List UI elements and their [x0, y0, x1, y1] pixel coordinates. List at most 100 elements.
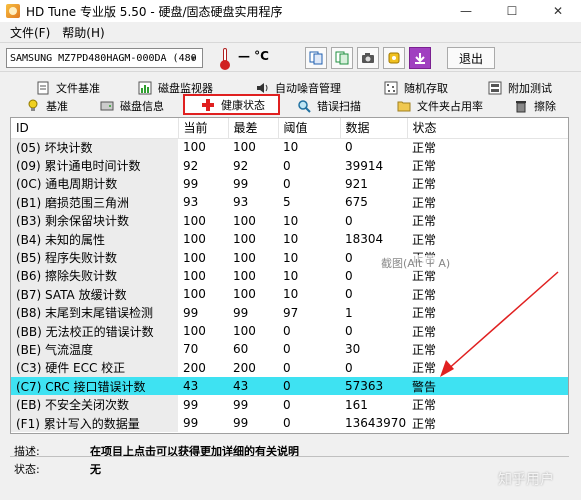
column-header-threshold[interactable]: 阈值 [278, 118, 341, 139]
status-row: 状态: 无 [10, 460, 101, 478]
cell-worst: 100 [233, 324, 256, 339]
column-header-data[interactable]: 数据 [340, 118, 408, 139]
cell-id: (BE) 气流温度 [11, 340, 178, 359]
cell-threshold: 0 [283, 324, 291, 339]
table-row[interactable]: (F1) 累计写入的数据量 99 99 0 13643970... 正常 [11, 413, 568, 433]
cell-threshold: 0 [283, 397, 291, 412]
column-header-id[interactable]: ID [11, 118, 179, 139]
column-header-worst[interactable]: 最差 [228, 118, 279, 139]
table-row[interactable]: (B4) 未知的属性 100 100 10 18304 正常 [11, 229, 568, 249]
cell-current: 99 [183, 397, 199, 412]
health-cross-icon [202, 98, 214, 111]
table-row[interactable]: (B8) 末尾到末尾错误检测 99 99 97 1 正常 [11, 303, 568, 322]
cell-worst: 100 [233, 232, 256, 247]
cell-data: 161 [345, 397, 368, 412]
cell-id: (C7) CRC 接口错误计数 [11, 377, 178, 396]
cell-threshold: 10 [283, 268, 299, 283]
cell-data: 1 [345, 305, 353, 320]
tab-random-access[interactable]: 随机存取 [384, 79, 448, 97]
cell-status: 正常 [412, 140, 437, 155]
tab-error-scan[interactable]: 错误扫描 [297, 97, 361, 115]
exit-button[interactable]: 退出 [447, 47, 495, 69]
cell-worst: 99 [233, 416, 249, 431]
tab-folder-usage[interactable]: 文件夹占用率 [397, 97, 483, 115]
table-header-row: ID 当前 最差 阈值 数据 状态 [11, 118, 568, 139]
table-row[interactable]: (09) 累计通电时间计数 92 92 0 39914 正常 [11, 156, 568, 175]
cell-current: 100 [183, 324, 206, 339]
cell-id: (F1) 累计写入的数据量 [11, 413, 178, 433]
close-button[interactable]: ✕ [535, 0, 581, 22]
tab-label: 随机存取 [404, 82, 448, 95]
cell-data: 30 [345, 342, 361, 357]
toolbar: SAMSUNG MZ7PD480HAGM-000DA (480 gB) ▼ — … [0, 42, 581, 72]
minimize-button[interactable]: — [443, 0, 489, 22]
table-row[interactable]: (B7) SATA 放缓计数 100 100 10 0 正常 [11, 285, 568, 304]
cell-id: (B8) 末尾到末尾错误检测 [11, 303, 178, 322]
lightbulb-icon [28, 99, 38, 111]
table-row[interactable]: (C7) CRC 接口错误计数 43 43 0 57363 警告 [11, 377, 568, 396]
table-row[interactable]: (05) 坏块计数 100 100 10 0 正常 [11, 138, 568, 157]
cell-status: 正常 [412, 416, 437, 431]
drive-select[interactable]: SAMSUNG MZ7PD480HAGM-000DA (480 gB) ▼ [6, 48, 203, 68]
cell-threshold: 0 [283, 176, 291, 191]
thermometer-icon [220, 48, 230, 70]
table-row[interactable]: (EB) 不安全关闭次数 99 99 0 161 正常 [11, 395, 568, 414]
tab-disk-info[interactable]: 磁盘信息 [100, 97, 164, 115]
smart-table[interactable]: ID 当前 最差 阈值 数据 状态 (05) 坏块计数 100 100 10 0 正常 (0… [10, 117, 569, 434]
tab-label: 附加测试 [508, 82, 552, 95]
menu-help[interactable]: 帮助(H) [56, 24, 110, 41]
options-button[interactable] [383, 47, 405, 69]
copy-info-button[interactable] [305, 47, 327, 69]
maximize-button[interactable]: ☐ [489, 0, 535, 22]
cell-current: 100 [183, 268, 206, 283]
tab-health[interactable]: 健康状态 [183, 94, 280, 115]
table-row[interactable]: (BB) 无法校正的错误计数 100 100 0 0 正常 [11, 321, 568, 341]
cell-id: (05) 坏块计数 [11, 138, 178, 157]
tab-benchmark[interactable]: 基准 [26, 97, 68, 115]
divider [10, 456, 569, 457]
cell-threshold: 0 [278, 377, 340, 396]
tab-erase[interactable]: 擦除 [514, 97, 556, 115]
status-value: 无 [90, 463, 101, 476]
tab-label: 基准 [46, 100, 68, 113]
table-row[interactable]: (C3) 硬件 ECC 校正 200 200 0 0 正常 [11, 358, 568, 378]
status-label: 状态: [14, 463, 40, 476]
table-row[interactable]: (B1) 磨损范围三角洲 93 93 5 675 正常 [11, 193, 568, 212]
cell-status: 警告 [407, 377, 568, 396]
title-bar: HD Tune 专业版 5.50 - 硬盘/固态硬盘实用程序 — ☐ ✕ [0, 0, 581, 22]
tab-label: 文件夹占用率 [417, 100, 483, 113]
cell-id: (B3) 剩余保留块计数 [11, 211, 178, 230]
cell-worst: 43 [228, 377, 278, 396]
save-icon [415, 53, 425, 64]
cell-threshold: 0 [283, 360, 291, 375]
menu-file[interactable]: 文件(F) [4, 24, 56, 41]
save-button[interactable] [409, 47, 431, 69]
copy-info-icon [309, 51, 323, 65]
tab-label: 文件基准 [56, 82, 100, 95]
table-row[interactable]: (B6) 擦除失败计数 100 100 10 0 正常 [11, 266, 568, 286]
column-header-current[interactable]: 当前 [178, 118, 229, 139]
cell-status: 正常 [412, 398, 437, 413]
tab-file-benchmark[interactable]: 文件基准 [36, 79, 100, 97]
cell-status: 正常 [412, 214, 437, 229]
cell-id: (C3) 硬件 ECC 校正 [11, 358, 178, 378]
column-header-status[interactable]: 状态 [407, 118, 568, 139]
camera-icon [362, 53, 374, 63]
cell-worst: 100 [233, 287, 256, 302]
description-row: 描述: 在项目上点击可以获得更加详细的有关说明 [10, 442, 299, 460]
table-row[interactable]: (BE) 气流温度 70 60 0 30 正常 [11, 340, 568, 359]
cell-threshold: 10 [283, 287, 299, 302]
cell-id: (B6) 擦除失败计数 [11, 266, 178, 286]
cell-current: 100 [183, 287, 206, 302]
cell-worst: 100 [233, 213, 256, 228]
temperature-readout: — °C [238, 49, 269, 63]
cell-id: (BB) 无法校正的错误计数 [11, 321, 178, 341]
table-row[interactable]: (0C) 通电周期计数 99 99 0 921 正常 [11, 174, 568, 194]
tab-extra-tests[interactable]: 附加测试 [488, 79, 552, 97]
table-row[interactable]: (B3) 剩余保留块计数 100 100 10 0 正常 [11, 211, 568, 230]
magnifier-icon [298, 100, 311, 113]
copy-screen-button[interactable] [331, 47, 353, 69]
screenshot-button[interactable] [357, 47, 379, 69]
table-row[interactable]: (B5) 程序失败计数100100100正常 [11, 248, 568, 267]
cell-status: 正常 [412, 232, 437, 247]
